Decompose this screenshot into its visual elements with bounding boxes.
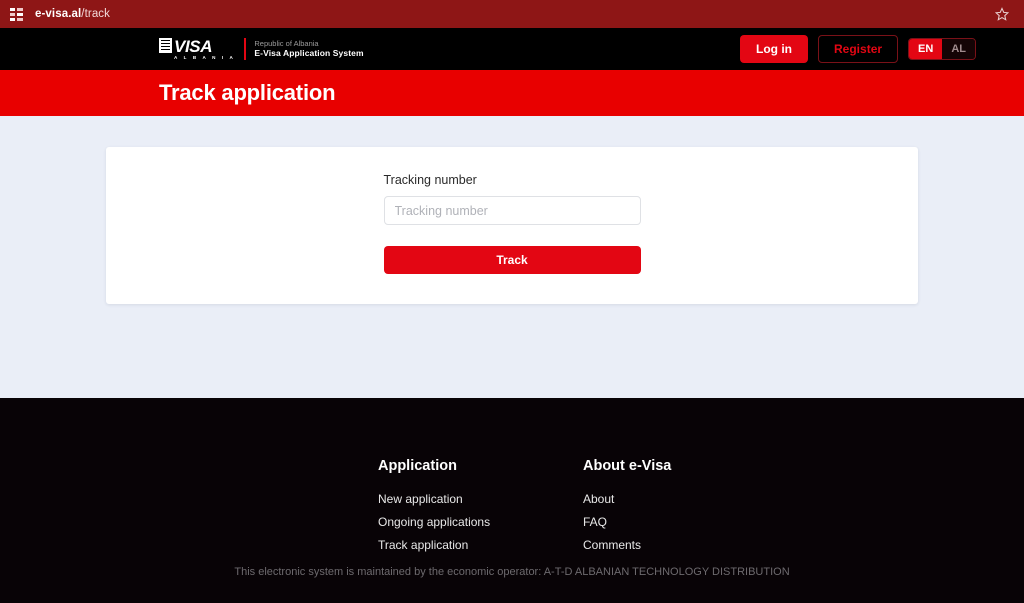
footer-link-new-application[interactable]: New application [378,492,583,506]
footer-link-ongoing-applications[interactable]: Ongoing applications [378,515,583,529]
header-actions: Log in Register EN AL [740,35,976,63]
main-content: Tracking number Track [0,116,1024,398]
footer-link-comments[interactable]: Comments [583,538,788,552]
brand-subtitle-top: Republic of Albania [254,39,319,48]
site-footer: Application New application Ongoing appl… [0,398,1024,603]
footer-link-about[interactable]: About [583,492,788,506]
tracking-number-input[interactable] [383,196,641,225]
brand-mark: VISA A L B A N I A [159,37,235,61]
page-title-banner: Track application [0,70,1024,116]
brand-logo[interactable]: VISA A L B A N I A Republic of Albania E… [159,37,364,61]
footer-link-faq[interactable]: FAQ [583,515,788,529]
brand-wordmark: VISA A L B A N I A [174,38,235,61]
brand-subtitle: Republic of Albania E-Visa Application S… [254,39,363,59]
url-text: e-visa.al/track [35,8,110,20]
track-form: Tracking number Track [383,173,641,274]
footer-column-about: About e-Visa About FAQ Comments [583,458,788,561]
tracking-number-label: Tracking number [383,173,477,187]
brand-divider [244,38,247,60]
grid-favicon-icon [10,7,23,21]
footer-columns: Application New application Ongoing appl… [378,398,1024,561]
url-host: e-visa.al [35,8,82,20]
star-icon[interactable] [994,6,1010,22]
page-root: e-visa.al/track VISA A L B A N I A Repub… [0,0,1024,603]
url-path: /track [81,8,111,20]
footer-column-application: Application New application Ongoing appl… [378,458,583,561]
footer-disclaimer: This electronic system is maintained by … [234,566,790,578]
brand-subtitle-bottom: E-Visa Application System [254,48,364,59]
footer-heading-about: About e-Visa [583,458,672,474]
footer-heading-application: Application [378,458,457,474]
login-button[interactable]: Log in [740,35,809,63]
language-option-en[interactable]: EN [909,39,943,59]
register-button[interactable]: Register [818,35,899,63]
track-submit-button[interactable]: Track [383,246,641,274]
track-form-card: Tracking number Track [106,147,918,304]
brand-country-text: A L B A N I A [174,54,236,60]
browser-url-bar[interactable]: e-visa.al/track [0,0,1024,28]
document-icon [159,37,172,53]
page-title: Track application [159,80,336,105]
site-header: VISA A L B A N I A Republic of Albania E… [0,28,1024,70]
brand-visa-text: VISA [174,36,213,56]
footer-link-track-application[interactable]: Track application [378,538,583,552]
language-option-al[interactable]: AL [942,39,975,59]
language-toggle[interactable]: EN AL [908,38,976,60]
